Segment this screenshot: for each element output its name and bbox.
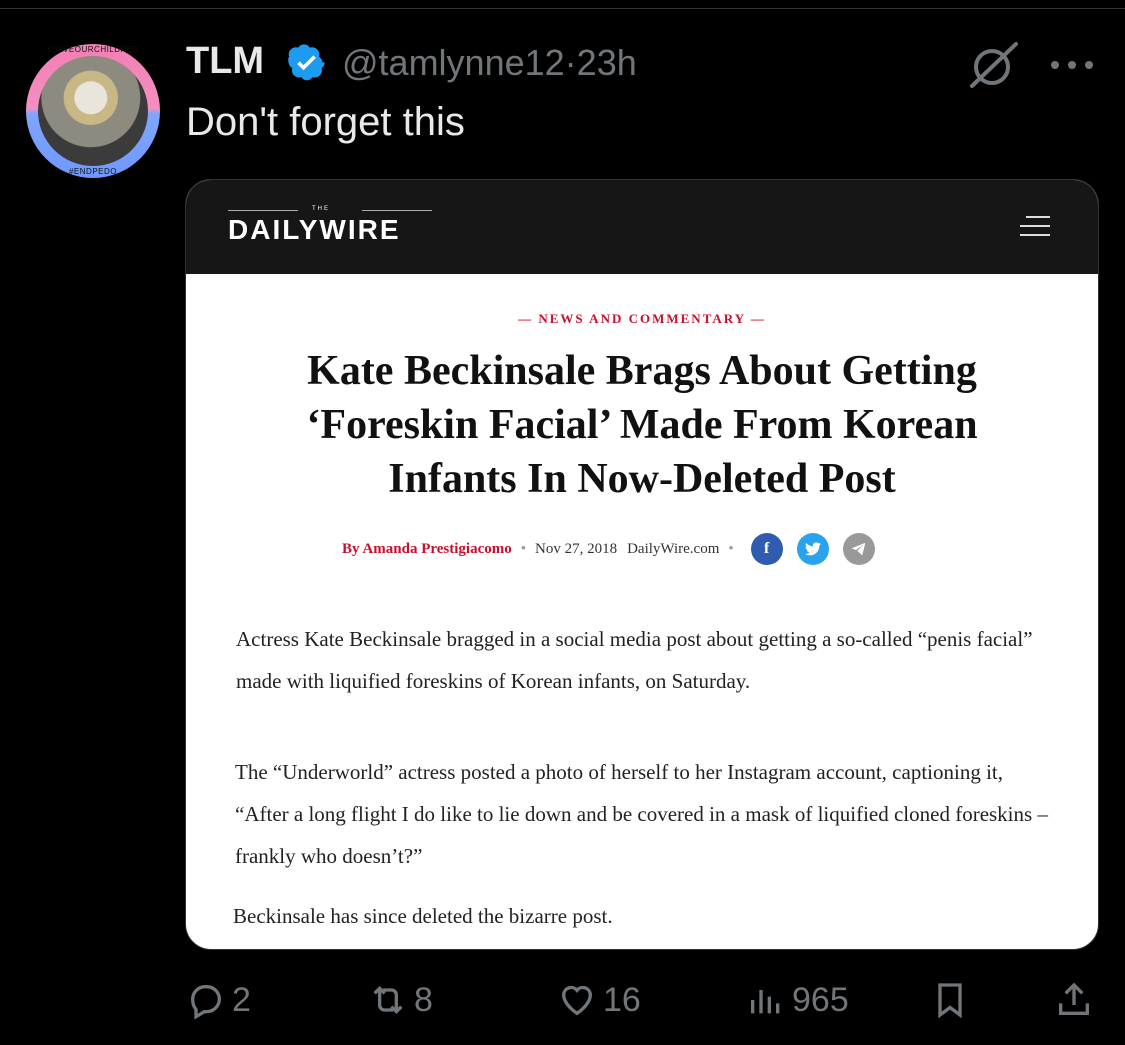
article-paragraph: The “Underworld” actress posted a photo …	[235, 760, 1048, 868]
avatar-ring-text-top: #SAVEOURCHILDREN	[47, 45, 139, 54]
logo-rule	[228, 210, 298, 211]
avatar[interactable]: #SAVEOURCHILDREN #ENDPEDO	[26, 44, 160, 178]
logo-text: DAILYWIRE	[228, 214, 401, 245]
handle-and-time[interactable]: @tamlynne12·23h	[342, 42, 637, 84]
byline-dot: •	[728, 540, 734, 557]
like-count: 16	[603, 980, 641, 1019]
article-headline: Kate Beckinsale Brags About Getting ‘For…	[226, 344, 1058, 506]
reply-count: 2	[232, 980, 251, 1019]
facebook-icon: f	[750, 533, 783, 565]
article-paragraph: Actress Kate Beckinsale bragged in a soc…	[236, 627, 1033, 693]
reply-icon	[190, 985, 222, 1020]
view-count: 965	[792, 980, 849, 1019]
grok-icon[interactable]	[968, 40, 1020, 90]
repost-count: 8	[414, 980, 433, 1019]
article-byline: By Amanda Prestigiacomo • Nov 27, 2018 D…	[342, 532, 875, 566]
telegram-icon	[842, 533, 875, 565]
share-icon	[1059, 982, 1089, 1015]
menu-icon[interactable]	[1018, 214, 1050, 238]
views-icon	[751, 990, 780, 1014]
handle[interactable]: @tamlynne12	[342, 42, 565, 83]
repost-icon	[373, 985, 403, 1015]
timestamp[interactable]: 23h	[577, 42, 637, 83]
article-card[interactable]: THE DAILYWIRE — NEWS AND COMMENTARY — Ka…	[185, 179, 1099, 950]
twitter-icon	[796, 533, 829, 565]
article-date: Nov 27, 2018	[534, 540, 618, 557]
article-kicker: — NEWS AND COMMENTARY —	[518, 311, 766, 326]
avatar-ring-text-bottom: #ENDPEDO	[68, 167, 117, 176]
display-name[interactable]: TLM	[186, 40, 264, 83]
views-button[interactable]: 965	[746, 980, 849, 1020]
article-site: DailyWire.com	[627, 540, 720, 557]
reply-button[interactable]: 2	[186, 980, 251, 1020]
author: By Amanda Prestigiacomo	[342, 540, 512, 557]
tweet-text: Don't forget this	[186, 100, 465, 144]
headline-line: ‘Foreskin Facial’ Made From Korean	[306, 402, 978, 448]
verified-badge-icon[interactable]	[288, 44, 326, 82]
avatar-photo	[38, 56, 148, 166]
like-button[interactable]: 16	[557, 980, 641, 1020]
headline-line: Infants In Now-Deleted Post	[388, 456, 896, 502]
card-header: THE DAILYWIRE	[186, 180, 1098, 274]
logo-rule	[362, 210, 432, 211]
logo-the: THE	[312, 206, 330, 212]
bookmark-icon	[938, 983, 962, 1019]
tweet-actions: 2 8 16 965	[0, 980, 1125, 1024]
article-paragraph: Beckinsale has since deleted the bizarre…	[233, 904, 613, 928]
like-icon	[561, 985, 593, 1016]
share-button[interactable]	[1054, 980, 1094, 1020]
divider	[0, 8, 1125, 9]
more-icon[interactable]	[1050, 60, 1094, 70]
byline-dot: •	[520, 540, 526, 557]
separator: ·	[564, 42, 577, 83]
repost-button[interactable]: 8	[368, 980, 433, 1020]
bookmark-button[interactable]	[930, 980, 970, 1020]
headline-line: Kate Beckinsale Brags About Getting	[307, 348, 977, 394]
